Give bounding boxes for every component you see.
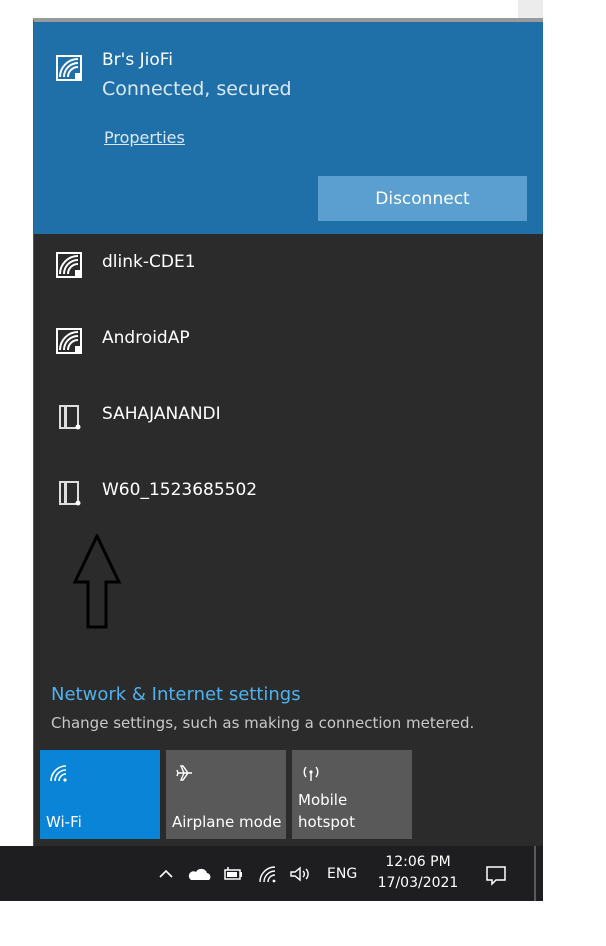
wifi-secured-icon	[56, 252, 82, 278]
disconnect-button[interactable]: Disconnect	[318, 176, 527, 221]
airplane-mode-tile[interactable]: Airplane mode	[166, 750, 286, 839]
wifi-secured-icon	[56, 55, 82, 81]
connected-network-panel[interactable]: Br's JioFi Connected, secured Properties…	[34, 22, 543, 234]
hotspot-icon	[303, 766, 319, 781]
taskbar-edge	[534, 846, 536, 901]
network-settings-link[interactable]: Network & Internet settings	[51, 684, 301, 705]
volume-icon[interactable]	[288, 864, 314, 884]
clock-time: 12:06 PM	[385, 854, 451, 870]
airplane-mode-tile-label: Airplane mode	[172, 813, 282, 831]
network-name: AndroidAP	[102, 328, 190, 348]
wifi-weak-icon	[59, 405, 81, 430]
network-item-sahajanandi[interactable]: SAHAJANANDI	[34, 388, 543, 448]
clock[interactable]: 12:06 PM 17/03/2021	[374, 852, 462, 894]
wifi-tile[interactable]: Wi-Fi	[40, 750, 160, 839]
clock-date: 17/03/2021	[377, 875, 459, 891]
network-item-w60[interactable]: W60_1523685502	[34, 464, 543, 524]
taskbar: ENG 12:06 PM 17/03/2021	[0, 846, 543, 901]
network-name: dlink-CDE1	[102, 252, 196, 272]
network-name: W60_1523685502	[102, 480, 258, 500]
chevron-up-icon[interactable]	[155, 864, 177, 884]
connected-network-name: Br's JioFi	[102, 50, 173, 70]
network-item-dlink[interactable]: dlink-CDE1	[34, 236, 543, 296]
network-flyout: Br's JioFi Connected, secured Properties…	[33, 18, 543, 846]
mobile-hotspot-tile-label: Mobile hotspot	[298, 789, 355, 833]
mobile-hotspot-label-line1: Mobile	[298, 791, 348, 809]
wifi-weak-icon	[59, 481, 81, 506]
wifi-secured-icon	[56, 328, 82, 354]
wifi-icon[interactable]	[257, 864, 279, 884]
mobile-hotspot-tile[interactable]: Mobile hotspot	[292, 750, 412, 839]
up-arrow-annotation-icon	[72, 534, 122, 629]
notification-icon[interactable]	[484, 863, 508, 887]
properties-link[interactable]: Properties	[104, 128, 185, 147]
network-item-androidap[interactable]: AndroidAP	[34, 312, 543, 372]
background-window-fragment	[518, 0, 543, 20]
network-settings-description: Change settings, such as making a connec…	[51, 714, 475, 732]
connected-network-status: Connected, secured	[102, 78, 292, 100]
network-name: SAHAJANANDI	[102, 404, 221, 424]
wifi-icon	[50, 765, 67, 782]
cloud-icon[interactable]	[187, 864, 213, 884]
battery-icon[interactable]	[222, 864, 244, 884]
language-indicator[interactable]: ENG	[327, 866, 357, 882]
airplane-icon	[176, 765, 192, 781]
wifi-tile-label: Wi-Fi	[46, 813, 82, 831]
mobile-hotspot-label-line2: hotspot	[298, 813, 355, 831]
